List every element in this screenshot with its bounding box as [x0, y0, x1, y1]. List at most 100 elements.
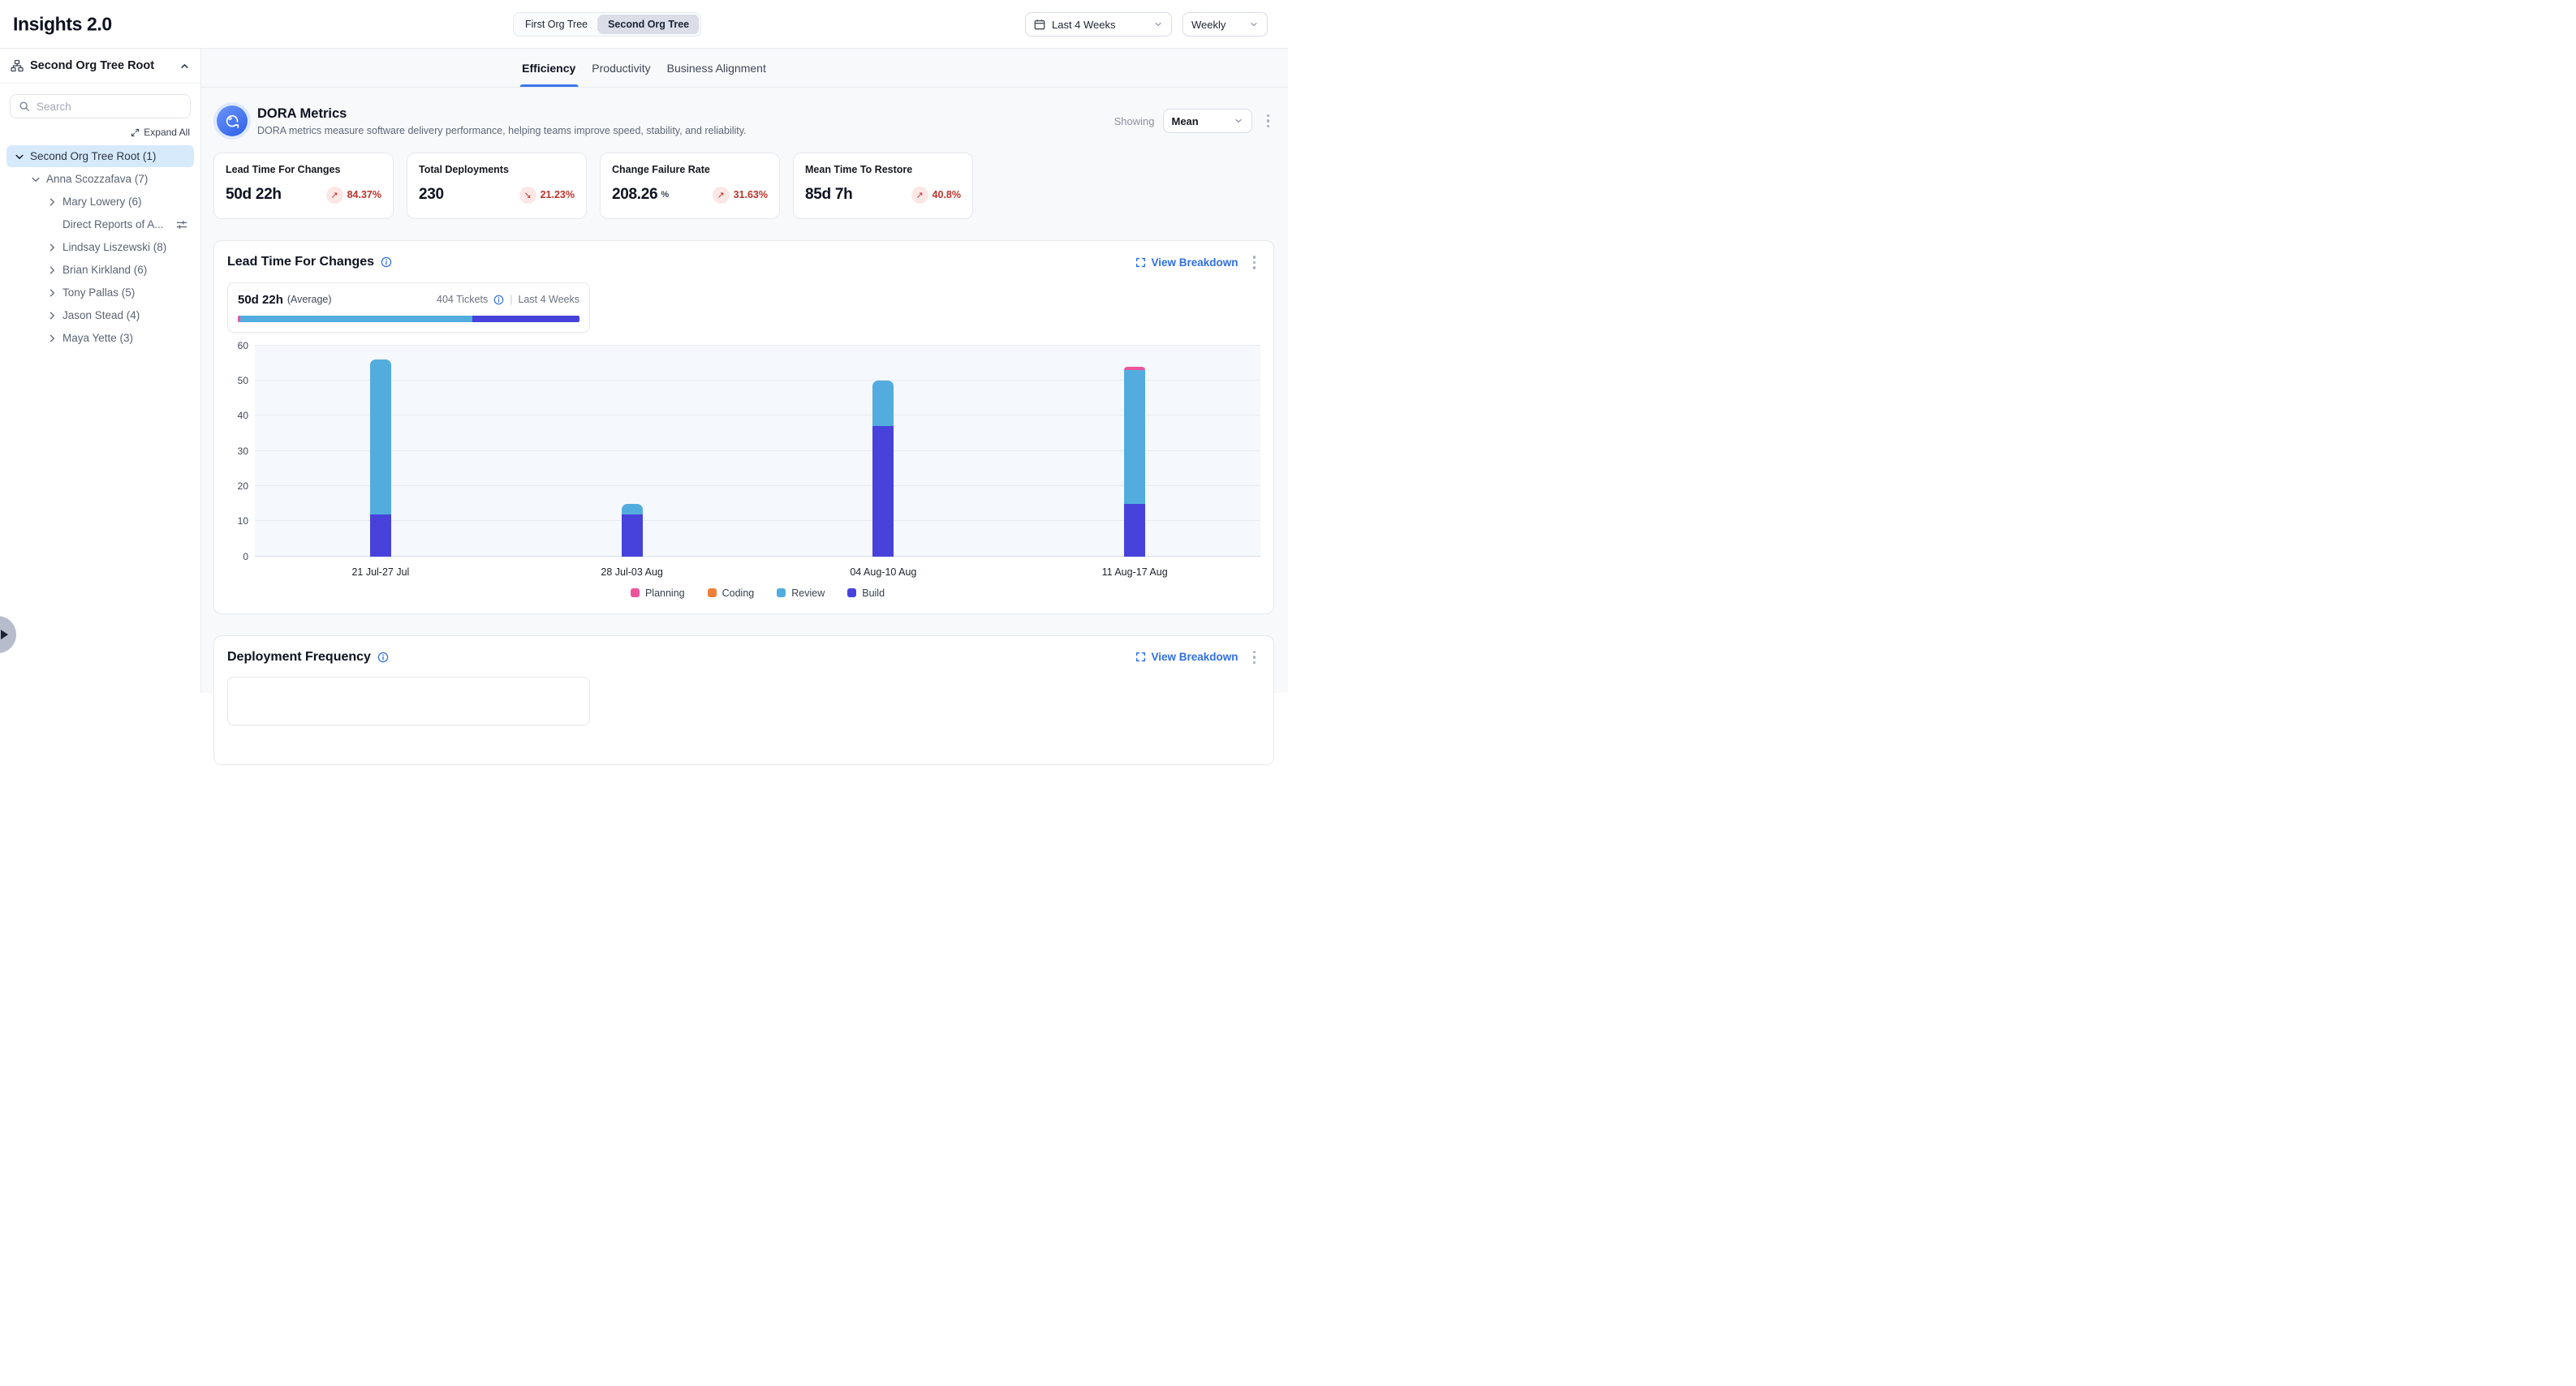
metric-card-value: 50d 22h	[226, 186, 282, 204]
view-breakdown-label: View Breakdown	[1151, 651, 1238, 663]
tab-efficiency[interactable]: Efficiency	[522, 49, 575, 87]
stacked-bar[interactable]	[622, 346, 643, 557]
metric-card[interactable]: Lead Time For Changes50d 22h↗84.37%	[213, 153, 394, 219]
lead-time-chart: 0102030405060 21 Jul-27 Jul28 Jul-03 Aug…	[227, 346, 1260, 602]
chart-legend: Planning Coding Review Build	[255, 588, 1260, 602]
tree-item[interactable]: Anna Scozzafava (7)	[6, 168, 194, 190]
legend-swatch	[708, 588, 717, 597]
trend-up-icon: ↗	[713, 187, 730, 204]
tab-business-alignment[interactable]: Business Alignment	[667, 49, 766, 87]
org-toggle-option[interactable]: First Org Tree	[515, 15, 597, 34]
tab-productivity[interactable]: Productivity	[592, 49, 650, 87]
stacked-bar[interactable]	[872, 346, 894, 557]
legend-swatch	[631, 588, 640, 597]
expand-all-button[interactable]: Expand All	[0, 120, 200, 141]
legend-label: Coding	[722, 588, 755, 599]
view-breakdown-link[interactable]: View Breakdown	[1135, 651, 1238, 663]
tree-item-label: Brian Kirkland (6)	[62, 264, 147, 276]
legend-item-planning[interactable]: Planning	[631, 588, 685, 599]
tree-item[interactable]: Second Org Tree Root (1)	[6, 145, 194, 167]
chevron-up-icon[interactable]	[179, 61, 190, 71]
granularity-select[interactable]: Weekly	[1182, 12, 1268, 37]
chevron-right-icon[interactable]	[47, 243, 57, 252]
legend-swatch	[847, 588, 856, 597]
legend-item-review[interactable]: Review	[777, 588, 825, 599]
stacked-bar[interactable]	[370, 346, 391, 557]
gridline	[255, 345, 1260, 346]
x-tick-label: 21 Jul-27 Jul	[351, 566, 409, 578]
phase-distribution-bar	[238, 316, 579, 322]
chevron-right-icon[interactable]	[47, 311, 57, 321]
tree-item[interactable]: Mary Lowery (6)	[6, 191, 194, 213]
aggregation-select[interactable]: Mean	[1163, 109, 1252, 133]
chevron-down-icon[interactable]	[31, 174, 41, 184]
metric-card-title: Mean Time To Restore	[805, 164, 961, 175]
tree-item[interactable]: Jason Stead (4)	[6, 304, 194, 326]
y-tick-label: 10	[226, 515, 248, 527]
tree-item[interactable]: Lindsay Liszewski (8)	[6, 236, 194, 258]
bar-segment-review	[872, 381, 894, 426]
view-breakdown-link[interactable]: View Breakdown	[1135, 256, 1238, 269]
date-range-select[interactable]: Last 4 Weeks	[1025, 12, 1172, 37]
deployment-menu-kebab-icon[interactable]	[1248, 648, 1261, 668]
metric-card-value: 208.26	[612, 186, 657, 204]
deployment-frequency-panel: Deployment Frequency View Breakdown	[213, 635, 1274, 765]
info-icon[interactable]	[493, 295, 504, 305]
legend-item-coding[interactable]: Coding	[708, 588, 755, 599]
chevron-down-icon	[1234, 116, 1243, 126]
bar-segment-build	[622, 514, 643, 557]
trend-badge: ↗40.8%	[911, 187, 961, 204]
granularity-value: Weekly	[1191, 19, 1226, 31]
metric-card[interactable]: Change Failure Rate208.26%↗31.63%	[600, 153, 780, 219]
x-axis-labels: 21 Jul-27 Jul28 Jul-03 Aug04 Aug-10 Aug1…	[255, 557, 1260, 583]
metric-card-title: Lead Time For Changes	[226, 164, 381, 175]
org-toggle-option[interactable]: Second Org Tree	[598, 15, 699, 34]
metric-card-row: 230↘21.23%	[419, 186, 575, 204]
chevron-right-icon[interactable]	[47, 265, 57, 275]
metric-card[interactable]: Mean Time To Restore85d 7h↗40.8%	[793, 153, 973, 219]
chevron-down-icon	[1153, 19, 1163, 29]
y-tick-label: 60	[226, 340, 248, 351]
stacked-bar[interactable]	[1124, 346, 1145, 557]
expand-corners-icon	[1135, 652, 1146, 662]
tree-item[interactable]: Tony Pallas (5)	[6, 282, 194, 303]
filter-sliders-icon[interactable]	[176, 219, 187, 230]
plot-area: 0102030405060	[255, 346, 1260, 557]
org-tree-icon	[11, 59, 24, 72]
tree-item[interactable]: Maya Yette (3)	[6, 327, 194, 349]
tree-item-label: Maya Yette (3)	[62, 332, 133, 344]
dora-menu-kebab-icon[interactable]	[1262, 111, 1275, 131]
chevron-right-icon[interactable]	[47, 197, 57, 207]
org-tree-toggle[interactable]: First Org TreeSecond Org Tree	[513, 12, 701, 37]
tree-item-label: Jason Stead (4)	[62, 309, 140, 321]
chevron-right-icon[interactable]	[47, 288, 57, 298]
trend-down-icon: ↘	[519, 187, 536, 204]
metric-card-value: 230	[419, 186, 444, 204]
expand-all-icon	[131, 128, 140, 137]
sidebar-header[interactable]: Second Org Tree Root	[0, 49, 200, 84]
trend-badge: ↗31.63%	[713, 187, 768, 204]
top-header: Insights 2.0 First Org TreeSecond Org Tr…	[0, 0, 1288, 49]
lead-time-menu-kebab-icon[interactable]	[1248, 252, 1261, 273]
bar-segment-review	[622, 504, 643, 514]
sidebar: Second Org Tree Root Expand All Second O…	[0, 49, 201, 693]
metric-cards: Lead Time For Changes50d 22h↗84.37%Total…	[213, 153, 1274, 219]
tree-item-label: Direct Reports of A...	[62, 218, 164, 230]
expand-all-label: Expand All	[144, 127, 190, 138]
chevron-down-icon[interactable]	[15, 152, 24, 161]
date-range-value: Last 4 Weeks	[1052, 19, 1116, 31]
summary-tickets: 404 Tickets	[437, 294, 488, 305]
dora-cycle-icon	[217, 105, 248, 136]
legend-item-build[interactable]: Build	[847, 588, 885, 599]
chevron-right-icon[interactable]	[47, 334, 57, 343]
info-icon[interactable]	[377, 652, 389, 663]
main-area: Efficiency Productivity Business Alignment…	[201, 49, 1288, 693]
tree-item[interactable]: Brian Kirkland (6)	[6, 259, 194, 281]
info-icon[interactable]	[381, 256, 392, 268]
y-tick-label: 0	[226, 551, 248, 562]
tree-item[interactable]: Direct Reports of A...	[6, 213, 194, 235]
chevron-down-icon	[1249, 19, 1259, 29]
search-input[interactable]	[37, 101, 182, 113]
metric-card[interactable]: Total Deployments230↘21.23%	[407, 153, 587, 219]
showing-label: Showing	[1114, 115, 1155, 127]
